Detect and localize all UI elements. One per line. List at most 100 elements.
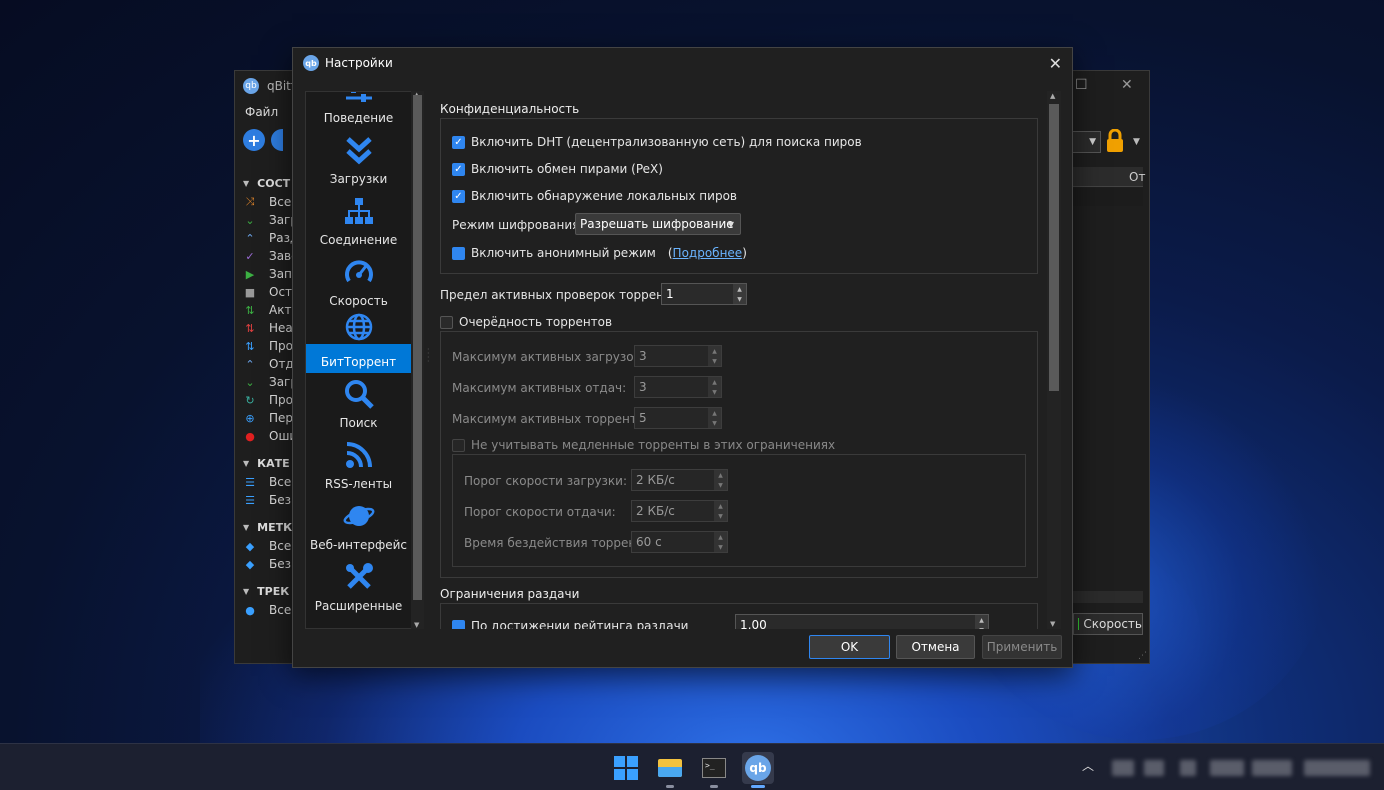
checkbox-empty-icon xyxy=(452,438,465,452)
category-connection[interactable]: Соединение xyxy=(306,190,411,251)
maximize-icon[interactable]: ☐ xyxy=(1075,77,1088,93)
add-link-button[interactable] xyxy=(271,129,283,151)
status-filter-label: Про xyxy=(269,339,293,353)
network-icon xyxy=(306,196,411,228)
menu-file[interactable]: Файл xyxy=(245,105,278,119)
spin-arrows-icon[interactable]: ▲▼ xyxy=(708,408,721,428)
search-icon xyxy=(306,379,411,411)
checkmark-icon: ✓ xyxy=(452,162,465,176)
category-rss[interactable]: RSS-ленты xyxy=(306,434,411,495)
cancel-button[interactable]: Отмена xyxy=(896,635,975,659)
scroll-down-icon[interactable]: ▼ xyxy=(1050,620,1055,628)
lpd-checkbox[interactable]: ✓ Включить обнаружение локальных пиров xyxy=(452,189,737,203)
tray-icon[interactable] xyxy=(1252,760,1292,776)
chevron-down-icon[interactable]: ▼ xyxy=(1133,137,1140,147)
category-downloads[interactable]: Загрузки xyxy=(306,129,411,190)
ratio-limit-checkbox[interactable]: По достижении рейтинга раздачи xyxy=(452,619,688,629)
updown-red-icon: ⇅ xyxy=(245,321,255,335)
horizontal-scrollbar[interactable] xyxy=(1073,591,1143,603)
idle-time-label: Время бездействия торрента: xyxy=(464,536,655,550)
anonymous-mode-checkbox[interactable]: Включить анонимный режим(Подробнее) xyxy=(452,246,747,260)
scrollbar-thumb[interactable] xyxy=(413,95,422,600)
close-icon[interactable]: ✕ xyxy=(1121,77,1133,93)
filter-combo[interactable]: ▼ xyxy=(1069,131,1101,153)
close-icon[interactable]: ✕ xyxy=(1049,54,1062,73)
spin-arrows-icon[interactable]: ▲▼ xyxy=(975,615,988,629)
checkbox-square-icon xyxy=(452,246,465,260)
spin-arrows-icon[interactable]: ▲▼ xyxy=(708,346,721,366)
dl-threshold-spinbox[interactable]: 2 КБ/с ▲ ▼ xyxy=(631,469,728,491)
spin-arrows-icon[interactable]: ▲▼ xyxy=(714,501,727,521)
terminal-icon[interactable]: >_ xyxy=(698,752,730,788)
slow-torrents-checkbox[interactable]: Не учитывать медленные торренты в этих о… xyxy=(452,438,835,452)
scroll-up-icon[interactable]: ▲ xyxy=(1050,92,1055,100)
shuffle-icon: ⤨ xyxy=(245,195,255,208)
encryption-label: Режим шифрования: xyxy=(452,218,584,232)
checkmark-icon: ✓ xyxy=(452,189,465,203)
spin-arrows-icon[interactable]: ▲▼ xyxy=(708,377,721,397)
crosshair-icon: ⊕ xyxy=(245,411,255,425)
encryption-select[interactable]: Разрешать шифрование ▼ xyxy=(575,213,741,235)
dialog-title: Настройки xyxy=(325,56,393,70)
max-downloads-spinbox[interactable]: 3 ▲ ▼ xyxy=(634,345,722,367)
tray-icon[interactable] xyxy=(1112,760,1134,776)
tag-icon: ◆ xyxy=(245,557,255,571)
taskbar: >_ qb xyxy=(0,743,1384,790)
download-icon: ⌄ xyxy=(245,213,255,227)
anonymous-mode-more-link[interactable]: Подробнее xyxy=(673,246,743,260)
ratio-limit-spinbox[interactable]: 1,00▲▼ xyxy=(735,614,989,629)
qbittorrent-icon[interactable]: qb xyxy=(742,752,774,788)
clock[interactable] xyxy=(1304,760,1370,776)
scrollbar-thumb[interactable] xyxy=(1049,104,1059,391)
ul-threshold-label: Порог скорости отдачи: xyxy=(464,505,616,519)
max-downloads-label: Максимум активных загрузок: xyxy=(452,350,645,364)
dialog-titlebar: qb Настройки xyxy=(293,48,1072,78)
checkmark-icon: ✓ xyxy=(452,135,465,149)
stop-icon: ■ xyxy=(244,285,256,299)
ok-button[interactable]: OK xyxy=(809,635,890,659)
speedometer-icon xyxy=(306,257,411,289)
category-speed[interactable]: Скорость xyxy=(306,251,411,312)
category-webui[interactable]: Веб-интерфейс xyxy=(306,495,411,556)
check-icon: ✓ xyxy=(245,249,255,263)
upload-icon: ⌃ xyxy=(245,357,255,371)
spin-arrows-icon[interactable]: ▲▼ xyxy=(714,532,727,552)
queueing-checkbox[interactable]: Очерёдность торрентов xyxy=(440,315,612,329)
active-checks-spinbox[interactable]: 1 ▲ ▼ xyxy=(661,283,747,305)
category-advanced[interactable]: Расширенные xyxy=(306,556,411,617)
ul-threshold-spinbox[interactable]: 2 КБ/с ▲ ▼ xyxy=(631,500,728,522)
qbittorrent-logo-icon: qb xyxy=(243,78,259,94)
tray-icon[interactable] xyxy=(1210,760,1244,776)
speed-status-button[interactable]: Скорость xyxy=(1073,613,1143,635)
tray-overflow-icon[interactable]: ︿ xyxy=(1082,757,1094,774)
category-bittorrent[interactable]: БитТоррент xyxy=(306,312,411,373)
collapse-icon: ▼ xyxy=(243,458,250,468)
max-torrents-spinbox[interactable]: 5 ▲ ▼ xyxy=(634,407,722,429)
category-scrollbar[interactable]: ▲ ▼ xyxy=(411,91,424,629)
content-scrollbar[interactable]: ▲ ▼ xyxy=(1047,91,1061,629)
apply-button[interactable]: Применить xyxy=(982,635,1062,659)
updown-blue-icon: ⇅ xyxy=(245,339,255,353)
settings-dialog: qb Настройки ✕ Поведение Загрузки Соедин… xyxy=(292,47,1073,668)
max-uploads-spinbox[interactable]: 3 ▲ ▼ xyxy=(634,376,722,398)
spin-arrows-icon[interactable]: ▲▼ xyxy=(733,284,746,304)
scroll-down-icon[interactable]: ▼ xyxy=(414,621,419,629)
add-torrent-button[interactable]: + xyxy=(243,129,265,151)
splitter-handle-icon[interactable]: · · · · xyxy=(427,346,430,366)
refresh-icon: ↻ xyxy=(245,393,255,407)
table-row[interactable] xyxy=(1073,188,1143,206)
category-behavior[interactable]: Поведение xyxy=(306,92,411,129)
resize-grip-icon[interactable]: ⋰ xyxy=(1138,651,1147,661)
column-header[interactable]: От xyxy=(1073,167,1145,187)
collapse-icon: ▼ xyxy=(243,522,250,532)
tray-icon[interactable] xyxy=(1144,760,1164,776)
idle-time-spinbox[interactable]: 60 с ▲ ▼ xyxy=(631,531,728,553)
lock-icon[interactable] xyxy=(1105,128,1127,155)
file-explorer-icon[interactable] xyxy=(654,752,686,788)
tray-icon[interactable] xyxy=(1180,760,1196,776)
category-search[interactable]: Поиск xyxy=(306,373,411,434)
pex-checkbox[interactable]: ✓ Включить обмен пирами (PeX) xyxy=(452,162,663,176)
spin-arrows-icon[interactable]: ▲▼ xyxy=(714,470,727,490)
windows-start-icon[interactable] xyxy=(610,752,642,784)
dht-checkbox[interactable]: ✓ Включить DHT (децентрализованную сеть) … xyxy=(452,135,862,149)
